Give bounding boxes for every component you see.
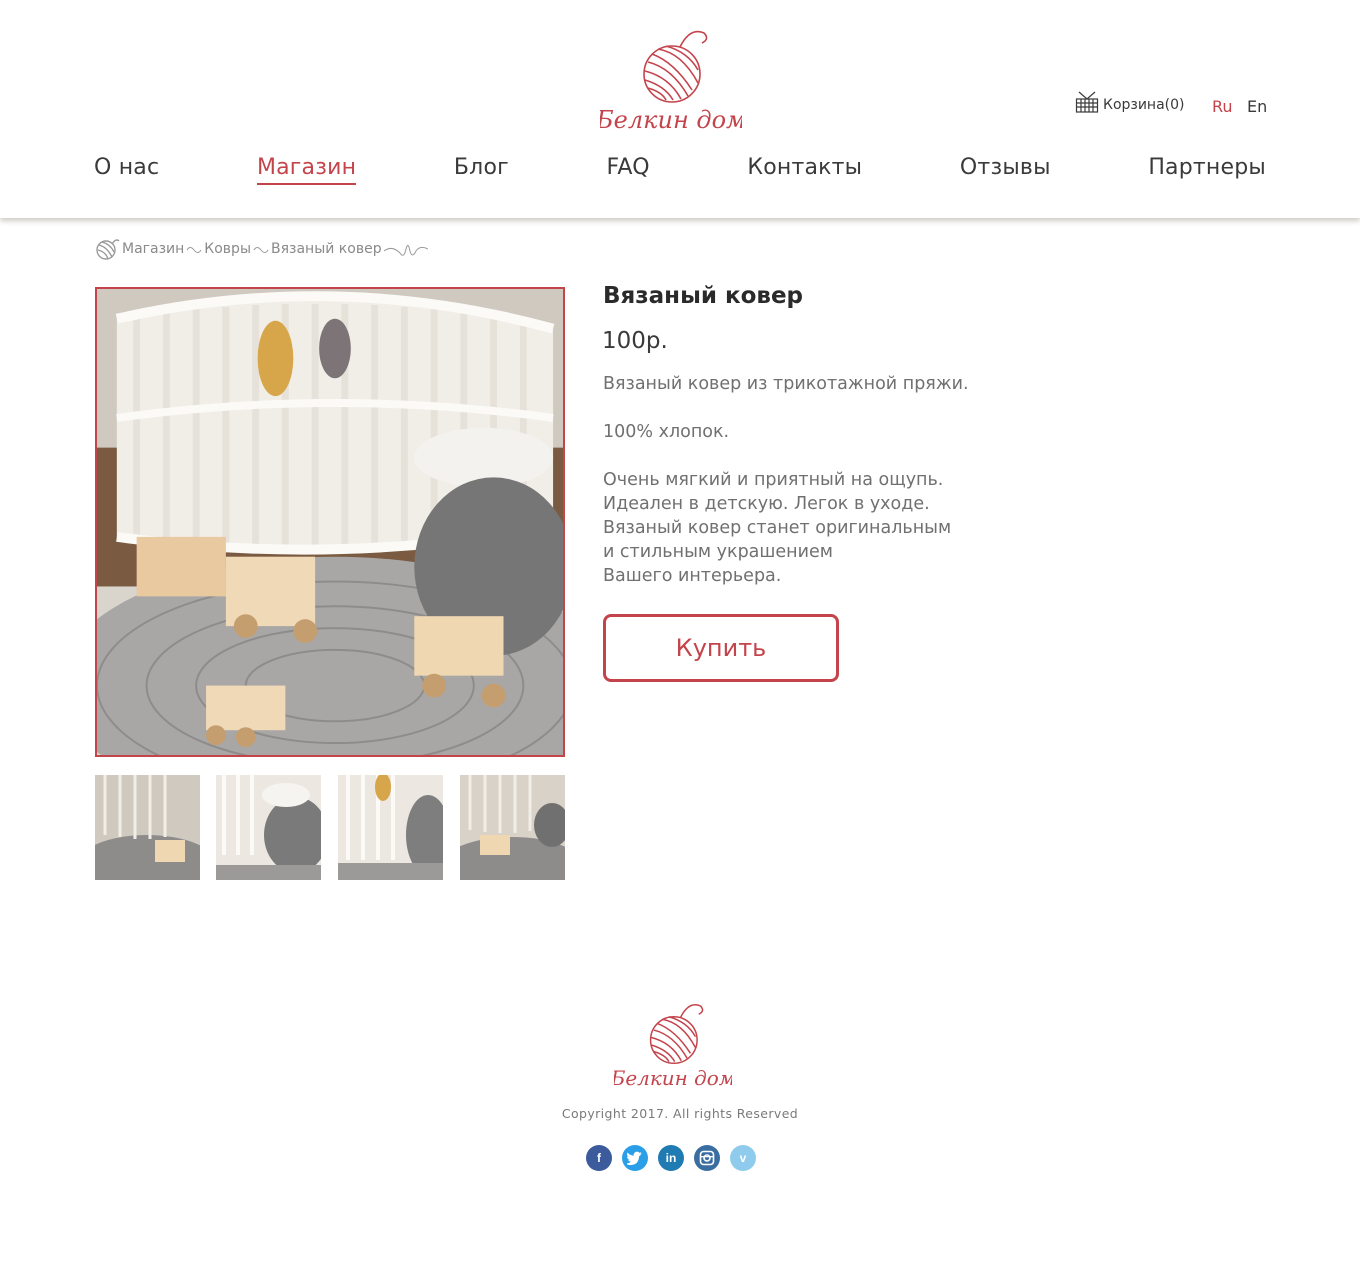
product-title: Вязаный ковер [603,283,804,309]
site-header: Белкин дом Корзина(0) Ru En О нас Магази… [0,0,1360,218]
social-links: f in v [586,1145,756,1171]
yarn-logo-icon: Белкин дом [610,1004,735,1090]
thread-tail-icon [383,245,428,256]
description-paragraph: Очень мягкий и приятный на ощупь. Идеале… [603,468,1023,588]
product-main-image[interactable] [95,287,565,757]
product-description: Вязаный ковер из трикотажной пряжи. 100%… [603,372,1023,588]
description-line: 100% хлопок. [603,422,730,442]
nav-item-shop[interactable]: Магазин [256,155,357,185]
thumbnail-photo [460,775,565,880]
copyright-text: Copyright 2017. All rights Reserved [561,1106,799,1121]
breadcrumb-shop[interactable]: Магазин [122,241,184,257]
description-line: и стильным украшением [603,542,833,562]
description-line: Вязаный ковер из трикотажной пряжи. [603,374,969,394]
nav-item-about[interactable]: О нас [94,155,159,185]
linkedin-icon[interactable]: in [658,1145,684,1171]
nav-item-blog[interactable]: Блог [454,155,509,185]
lang-ru-link[interactable]: Ru [1212,97,1233,116]
description-line: Очень мягкий и приятный на ощупь. [603,470,944,490]
description-line: Вязаный ковер станет оригинальным [603,518,952,538]
cart-button[interactable]: Корзина(0) [1075,90,1185,114]
lang-en-link[interactable]: En [1247,97,1267,116]
brand-logo[interactable]: Белкин дом [595,24,746,136]
nav-item-reviews[interactable]: Отзывы [960,155,1051,185]
nav-item-partners[interactable]: Партнеры [1148,155,1266,185]
svg-text:Белкин дом: Белкин дом [600,106,742,134]
description-line: Вашего интерьера. [603,566,782,586]
yarn-logo-icon: Белкин дом [595,30,746,134]
product-photo [97,289,563,755]
product-thumbnail[interactable] [216,775,321,880]
facebook-icon[interactable]: f [586,1145,612,1171]
thumbnail-photo [338,775,443,880]
buy-button[interactable]: Купить [603,614,839,682]
main-nav: О нас Магазин Блог FAQ Контакты Отзывы П… [94,155,1266,185]
breadcrumb-rugs[interactable]: Ковры [204,241,251,257]
breadcrumb-current: Вязаный ковер [271,241,382,257]
thumbnail-photo [95,775,200,880]
description-line: Идеален в детскую. Легок в уходе. [603,494,930,514]
svg-text:Белкин дом: Белкин дом [614,1066,732,1090]
thread-separator-icon [253,247,269,253]
twitter-icon[interactable] [622,1145,648,1171]
thumbnail-photo [216,775,321,880]
product-thumbnail[interactable] [460,775,565,880]
basket-icon [1075,91,1099,113]
product-price: 100р. [602,328,668,354]
nav-item-faq[interactable]: FAQ [607,155,650,185]
instagram-icon[interactable] [694,1145,720,1171]
product-thumbnail[interactable] [95,775,200,880]
vimeo-icon[interactable]: v [730,1145,756,1171]
breadcrumb: Магазин Ковры Вязаный ковер [94,236,428,262]
yarn-ball-icon [96,239,120,260]
nav-item-contacts[interactable]: Контакты [747,155,862,185]
product-thumbnail[interactable] [338,775,443,880]
footer-logo[interactable]: Белкин дом [610,998,735,1092]
cart-label: Корзина(0) [1103,97,1185,113]
thread-separator-icon [186,247,202,253]
